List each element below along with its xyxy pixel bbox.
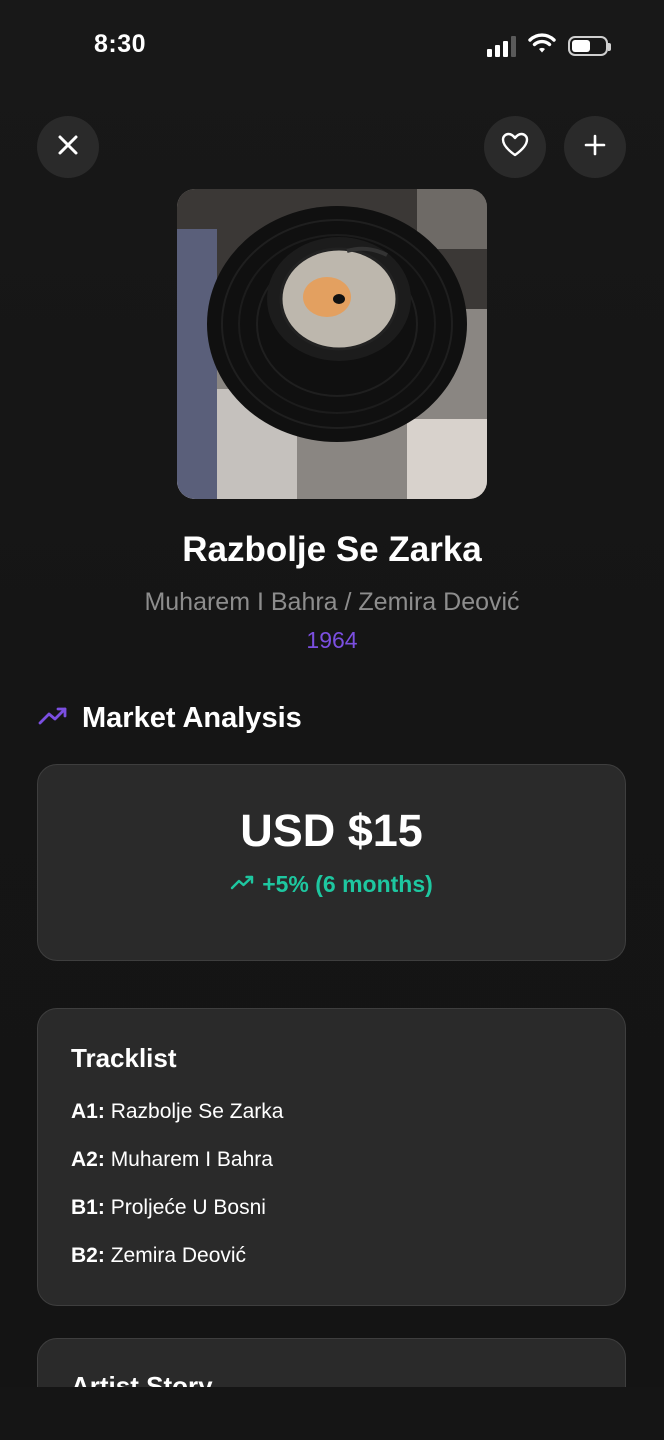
track-item: B1: Proljeće U Bosni [71, 1195, 283, 1243]
price-card: USD $15 +5% (6 months) [37, 764, 626, 961]
tracklist-card: Tracklist A1: Razbolje Se Zarka A2: Muha… [37, 1008, 626, 1306]
add-to-collection-button[interactable] [564, 116, 626, 178]
album-cover-image [177, 189, 487, 499]
track-item: B2: Zemira Deović [71, 1243, 283, 1291]
record-title: Razbolje Se Zarka [182, 530, 482, 569]
track-position: B2: [71, 1244, 105, 1267]
status-icons [487, 32, 611, 59]
track-position: B1: [71, 1196, 105, 1219]
plus-icon [583, 133, 607, 162]
record-detail-screen: 8:30 Razbolje Se Zarka Muharem I Bahra /… [0, 0, 664, 1440]
track-position: A1: [71, 1100, 105, 1123]
close-button[interactable] [37, 116, 99, 178]
record-year: 1964 [306, 627, 358, 653]
price-change-text: +5% (6 months) [262, 871, 433, 897]
market-price: USD $15 [240, 805, 423, 856]
market-analysis-header: Market Analysis [38, 702, 302, 735]
heart-icon [501, 132, 529, 163]
track-name: Zemira Deović [110, 1244, 247, 1267]
record-artist: Muharem I Bahra / Zemira Deović [144, 588, 520, 616]
trending-up-icon [38, 706, 68, 731]
track-item: A2: Muharem I Bahra [71, 1147, 283, 1195]
close-icon [56, 133, 80, 162]
favorite-button[interactable] [484, 116, 546, 178]
bottom-mask [0, 1387, 664, 1440]
market-analysis-title: Market Analysis [82, 702, 302, 734]
track-name: Razbolje Se Zarka [110, 1100, 284, 1123]
track-name: Proljeće U Bosni [110, 1196, 266, 1219]
price-change: +5% (6 months) [38, 871, 625, 898]
trending-up-icon [230, 874, 254, 895]
status-bar: 8:30 [0, 0, 664, 90]
wifi-icon [528, 32, 556, 59]
battery-icon [568, 35, 611, 56]
track-position: A2: [71, 1148, 105, 1171]
tracklist-title: Tracklist [71, 1043, 177, 1073]
status-time: 8:30 [94, 30, 147, 58]
cellular-signal-icon [487, 35, 516, 57]
track-list: A1: Razbolje Se Zarka A2: Muharem I Bahr… [71, 1099, 283, 1291]
track-name: Muharem I Bahra [110, 1148, 273, 1171]
track-item: A1: Razbolje Se Zarka [71, 1099, 283, 1147]
